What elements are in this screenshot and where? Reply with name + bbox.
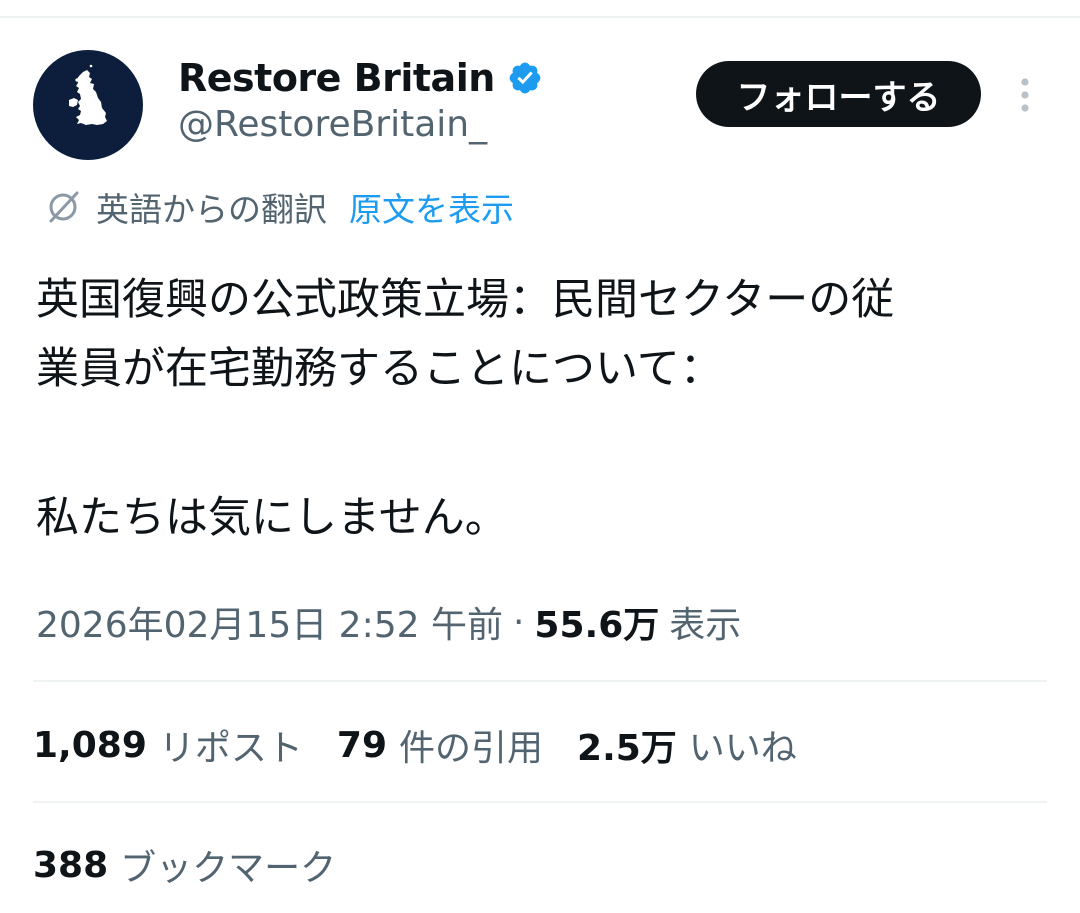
quotes-count: 79 [336,724,387,766]
tweet-text: 英国復興の公式政策立場：民間セクターの従 業員が在宅勤務することについて： 私た… [36,266,1046,553]
bookmarks-label: ブックマーク [120,848,337,889]
uk-map-icon [69,64,107,125]
translate-icon [49,191,79,223]
likes-stat[interactable]: 2.5万 いいね [577,719,797,771]
bookmarks-row: 388 ブックマーク [33,838,370,892]
follow-button[interactable]: フォローする [696,61,981,127]
top-divider [0,16,1080,18]
handle[interactable]: @RestoreBritain_ [178,104,487,145]
quotes-label: 件の引用 [399,728,544,769]
more-vertical-icon[interactable] [1010,74,1040,116]
divider [33,801,1047,803]
views-count: 55.6万 [534,605,660,646]
divider [33,680,1047,682]
tweet-line: 英国復興の公式政策立場：民間セクターの従 [36,275,895,325]
reposts-count: 1,089 [33,724,147,766]
avatar[interactable] [33,50,143,160]
tweet-line: 業員が在宅勤務することについて： [36,344,723,394]
meta-separator: · [512,601,525,643]
timestamp[interactable]: 2026年02月15日 2:52 午前 [36,596,503,648]
show-original-link[interactable]: 原文を表示 [349,183,514,231]
reposts-stat[interactable]: 1,089 リポスト [33,719,303,771]
translation-row: 英語からの翻訳 原文を表示 [44,182,514,232]
likes-count: 2.5万 [577,728,677,769]
bookmarks-stat[interactable]: 388 ブックマーク [33,839,336,891]
quotes-stat[interactable]: 79 件の引用 [337,719,543,771]
display-name[interactable]: Restore Britain [178,56,495,100]
reposts-label: リポスト [158,728,303,769]
likes-label: いいね [688,728,797,769]
tweet-meta: 2026年02月15日 2:52 午前 · 55.6万 表示 [36,596,741,648]
translation-label: 英語からの翻訳 [96,190,327,229]
display-name-row: Restore Britain [178,52,543,104]
stats-row: 1,089 リポスト 79 件の引用 2.5万 いいね [33,718,831,772]
views-label: 表示 [669,605,742,646]
verified-badge-icon [509,62,541,94]
bookmarks-count: 388 [33,844,109,886]
tweet-line: 私たちは気にしません。 [36,493,508,543]
